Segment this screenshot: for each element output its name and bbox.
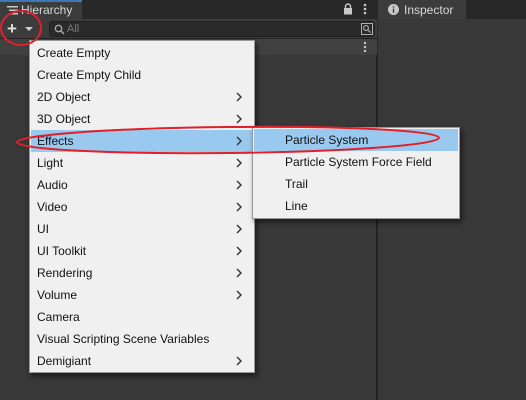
menu-item-video[interactable]: Video — [31, 196, 253, 218]
menu-item-label: Audio — [37, 178, 68, 192]
menu-item-label: Line — [285, 199, 308, 213]
hierarchy-toolbar: + — [0, 19, 377, 39]
menu-item-demigiant[interactable]: Demigiant — [31, 350, 253, 372]
scene-search-icon[interactable] — [361, 23, 373, 35]
menu-item-light[interactable]: Light — [31, 152, 253, 174]
menu-item-label: Create Empty Child — [37, 68, 142, 82]
chevron-right-icon — [236, 224, 242, 234]
hierarchy-tab-label: Hierarchy — [21, 3, 73, 17]
inspector-tab-label: Inspector — [404, 3, 454, 17]
search-icon — [54, 24, 65, 35]
menu-item-label: UI — [37, 222, 49, 236]
menu-item-label: Trail — [285, 177, 308, 191]
menu-item-label: Video — [37, 200, 68, 214]
menu-item-label: Light — [37, 156, 64, 170]
chevron-right-icon — [236, 92, 242, 102]
menu-item-3d-object[interactable]: 3D Object — [31, 108, 253, 130]
chevron-right-icon — [236, 180, 242, 190]
effects-submenu: Particle System Particle System Force Fi… — [252, 127, 460, 219]
menu-item-2d-object[interactable]: 2D Object — [31, 86, 253, 108]
menu-item-label: Particle System Force Field — [285, 155, 432, 169]
menu-item-effects[interactable]: Effects — [31, 130, 253, 152]
menu-item-rendering[interactable]: Rendering — [31, 262, 253, 284]
chevron-right-icon — [236, 356, 242, 366]
menu-item-label: 3D Object — [37, 112, 91, 126]
menu-item-label: Create Empty — [37, 46, 111, 60]
submenu-item-particle-system-force-field[interactable]: Particle System Force Field — [254, 151, 458, 173]
plus-icon: + — [7, 19, 17, 38]
lock-icon[interactable] — [343, 3, 353, 15]
menu-item-label: Rendering — [37, 266, 93, 280]
submenu-item-particle-system[interactable]: Particle System — [254, 129, 458, 151]
info-icon — [388, 4, 399, 15]
create-menu: Create Empty Create Empty Child 2D Objec… — [29, 40, 255, 373]
menu-item-label: Effects — [37, 134, 74, 148]
menu-item-ui-toolkit[interactable]: UI Toolkit — [31, 240, 253, 262]
chevron-right-icon — [236, 158, 242, 168]
chevron-right-icon — [236, 136, 242, 146]
kebab-menu-icon[interactable] — [360, 2, 370, 16]
kebab-menu-icon[interactable] — [362, 41, 368, 53]
hierarchy-search-field[interactable] — [49, 21, 375, 37]
menu-item-label: Particle System — [285, 133, 369, 147]
add-gameobject-button[interactable]: + — [3, 20, 37, 38]
menu-item-audio[interactable]: Audio — [31, 174, 253, 196]
menu-item-ui[interactable]: UI — [31, 218, 253, 240]
tab-hierarchy[interactable]: Hierarchy — [0, 0, 82, 19]
menu-item-label: 2D Object — [37, 90, 91, 104]
chevron-right-icon — [236, 246, 242, 256]
menu-item-camera[interactable]: Camera — [31, 306, 253, 328]
submenu-item-trail[interactable]: Trail — [254, 173, 458, 195]
chevron-right-icon — [236, 202, 242, 212]
chevron-right-icon — [236, 290, 242, 300]
tab-inspector[interactable]: Inspector — [378, 0, 466, 19]
menu-item-visual-scripting-scene-variables[interactable]: Visual Scripting Scene Variables — [31, 328, 253, 350]
menu-item-label: UI Toolkit — [37, 244, 87, 258]
menu-item-label: Volume — [37, 288, 78, 302]
caret-down-icon — [25, 27, 33, 31]
menu-item-label: Camera — [37, 310, 80, 324]
search-input[interactable] — [67, 22, 337, 36]
chevron-right-icon — [236, 268, 242, 278]
menu-item-volume[interactable]: Volume — [31, 284, 253, 306]
hierarchy-tab-bar: Hierarchy — [0, 0, 377, 19]
menu-item-label: Demigiant — [37, 354, 92, 368]
menu-item-create-empty[interactable]: Create Empty — [31, 42, 253, 64]
inspector-tab-bar: Inspector — [378, 0, 526, 19]
hierarchy-list-icon — [7, 6, 18, 15]
menu-item-create-empty-child[interactable]: Create Empty Child — [31, 64, 253, 86]
submenu-item-line[interactable]: Line — [254, 195, 458, 217]
chevron-right-icon — [236, 114, 242, 124]
menu-item-label: Visual Scripting Scene Variables — [37, 332, 210, 346]
